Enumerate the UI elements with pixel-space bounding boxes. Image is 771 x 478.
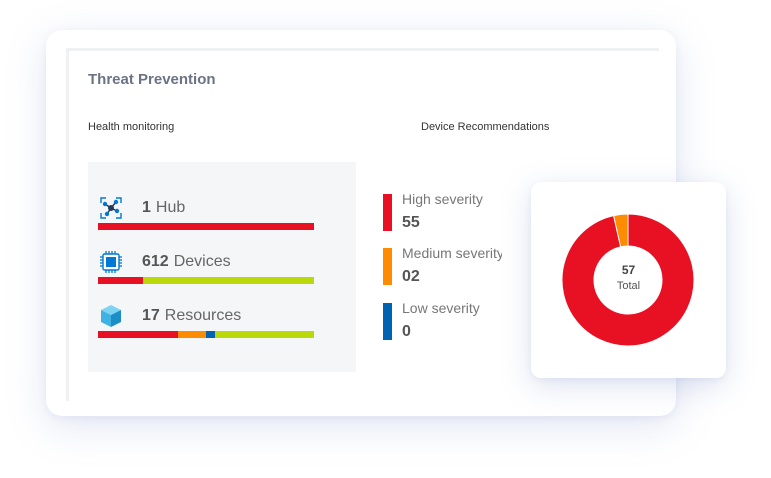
- device-recommendations-label: Device Recommendations: [421, 121, 550, 133]
- medium-severity-count: 02: [402, 268, 420, 285]
- resources-label: Resources: [164, 307, 242, 324]
- high-severity-count: 55: [402, 214, 420, 231]
- health-row-resources[interactable]: 17 Resources: [98, 303, 314, 338]
- bar-segment: [205, 331, 215, 338]
- network-hub-icon: [98, 195, 124, 221]
- bar-segment: [98, 277, 144, 284]
- devices-count: 612: [142, 253, 169, 270]
- severity-donut-card: 57 Total: [531, 182, 726, 378]
- low-severity-label: Low severity: [402, 300, 480, 316]
- health-monitoring-panel: 1 Hub 612 Devices 17 Resources: [88, 162, 356, 372]
- high-severity-marker: [383, 194, 392, 231]
- donut-total-value: 57: [621, 263, 636, 277]
- low-severity-count: 0: [402, 323, 411, 340]
- health-row-hub[interactable]: 1 Hub: [98, 195, 314, 230]
- bar-segment: [98, 331, 178, 338]
- low-severity-marker: [383, 303, 392, 340]
- resources-count: 17: [142, 307, 160, 324]
- high-severity-label: High severity: [402, 191, 483, 207]
- cube-icon: [98, 303, 124, 329]
- medium-severity-label: Medium severity: [402, 245, 502, 261]
- health-row-devices[interactable]: 612 Devices: [98, 249, 314, 284]
- hub-status-bar: [98, 223, 314, 230]
- hub-label: Hub: [155, 199, 186, 216]
- donut-total-label: Total: [616, 280, 641, 292]
- bar-segment: [143, 277, 314, 284]
- card-title: Threat Prevention: [88, 71, 216, 88]
- bar-segment: [98, 223, 314, 230]
- hub-count: 1: [142, 199, 151, 216]
- devices-status-bar: [98, 277, 314, 284]
- resources-status-bar: [98, 331, 314, 338]
- bar-segment: [177, 331, 206, 338]
- medium-severity-marker: [383, 248, 392, 285]
- health-monitoring-label: Health monitoring: [88, 121, 175, 133]
- devices-label: Devices: [173, 253, 231, 270]
- chip-icon: [98, 249, 124, 275]
- bar-segment: [214, 331, 314, 338]
